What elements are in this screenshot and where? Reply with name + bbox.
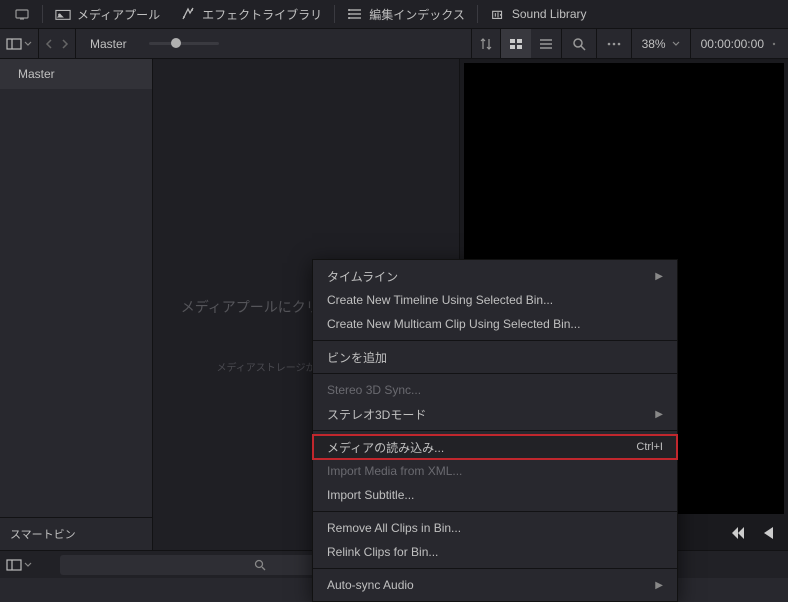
nav-forward-button[interactable] xyxy=(61,39,69,49)
menu-item-timeline[interactable]: タイムライン ▶ xyxy=(313,264,677,288)
thumbnail-size-slider[interactable] xyxy=(149,42,219,45)
divider xyxy=(477,5,478,23)
menu-item-remove-clips[interactable]: Remove All Clips in Bin... xyxy=(313,516,677,540)
slider-handle[interactable] xyxy=(171,38,181,48)
smart-bin-header[interactable]: スマートビン xyxy=(0,517,152,550)
panel-toggle-button[interactable] xyxy=(0,29,39,58)
menu-separator xyxy=(313,511,677,512)
sound-library-tab[interactable]: Sound Library xyxy=(480,0,597,28)
menu-label: ビンを追加 xyxy=(327,349,387,366)
menu-separator xyxy=(313,568,677,569)
menu-label: Auto-sync Audio xyxy=(327,578,414,592)
chevron-down-icon xyxy=(24,41,32,47)
timecode-options-icon[interactable] xyxy=(770,40,778,48)
play-reverse-button[interactable] xyxy=(762,526,774,540)
timecode-display[interactable]: 00:00:00:00 xyxy=(701,37,764,51)
divider xyxy=(42,5,43,23)
workspace-layout-button[interactable] xyxy=(4,0,40,28)
zoom-dropdown[interactable]: 38% xyxy=(632,29,691,58)
menu-item-stereo3d-mode[interactable]: ステレオ3Dモード ▶ xyxy=(313,402,677,426)
bin-tree-panel: Master スマートビン xyxy=(0,59,153,550)
media-pool-tab[interactable]: メディアプール xyxy=(45,0,170,28)
zoom-value: 38% xyxy=(642,37,666,51)
bottom-panel-toggle[interactable] xyxy=(6,559,32,571)
menu-label: Import Subtitle... xyxy=(327,488,414,502)
menu-label: Stereo 3D Sync... xyxy=(327,383,421,397)
list-view-button[interactable] xyxy=(531,29,561,58)
sound-library-icon xyxy=(490,6,506,22)
chevron-right-icon: ▶ xyxy=(655,409,663,420)
menu-label: メディアの読み込み... xyxy=(327,439,444,456)
effects-icon xyxy=(180,6,196,22)
menu-shortcut: Ctrl+I xyxy=(636,441,663,453)
menu-label: Remove All Clips in Bin... xyxy=(327,521,461,535)
search-icon xyxy=(254,559,266,571)
menu-item-add-bin[interactable]: ビンを追加 xyxy=(313,345,677,369)
effects-library-tab[interactable]: エフェクトライブラリ xyxy=(170,0,332,28)
chevron-down-icon xyxy=(672,41,680,47)
menu-label: Create New Multicam Clip Using Selected … xyxy=(327,317,580,331)
menu-item-stereo3d-sync[interactable]: Stereo 3D Sync... xyxy=(313,378,677,402)
bin-item-master[interactable]: Master xyxy=(0,59,152,89)
menu-item-import-xml[interactable]: Import Media from XML... xyxy=(313,459,677,483)
sort-button[interactable] xyxy=(471,29,501,58)
menu-item-create-timeline[interactable]: Create New Timeline Using Selected Bin..… xyxy=(313,288,677,312)
layout-icon xyxy=(14,6,30,22)
media-pool-label: メディアプール xyxy=(77,6,160,23)
menu-separator xyxy=(313,430,677,431)
edit-index-label: 編集インデックス xyxy=(369,6,465,23)
breadcrumb[interactable]: Master xyxy=(76,29,141,58)
menu-label: ステレオ3Dモード xyxy=(327,406,426,423)
menu-separator xyxy=(313,340,677,341)
edit-index-tab[interactable]: 編集インデックス xyxy=(337,0,475,28)
menu-item-import-media[interactable]: メディアの読み込み... Ctrl+I xyxy=(313,435,677,459)
chevron-right-icon: ▶ xyxy=(655,580,663,591)
top-toolbar: メディアプール エフェクトライブラリ 編集インデックス Sound Librar… xyxy=(0,0,788,29)
menu-separator xyxy=(313,373,677,374)
menu-item-import-subtitle[interactable]: Import Subtitle... xyxy=(313,483,677,507)
go-to-start-button[interactable] xyxy=(728,526,744,540)
media-pool-icon xyxy=(55,6,71,22)
menu-item-relink-clips[interactable]: Relink Clips for Bin... xyxy=(313,540,677,564)
thumbnail-view-button[interactable] xyxy=(501,29,531,58)
menu-label: Relink Clips for Bin... xyxy=(327,545,438,559)
edit-index-icon xyxy=(347,6,363,22)
chevron-down-icon xyxy=(24,562,32,568)
search-button[interactable] xyxy=(562,29,597,58)
context-menu: タイムライン ▶ Create New Timeline Using Selec… xyxy=(312,259,678,602)
sound-library-label: Sound Library xyxy=(512,7,587,21)
chevron-right-icon: ▶ xyxy=(655,271,663,282)
effects-library-label: エフェクトライブラリ xyxy=(202,6,322,23)
menu-item-create-multicam[interactable]: Create New Multicam Clip Using Selected … xyxy=(313,312,677,336)
menu-label: タイムライン xyxy=(327,268,398,285)
menu-item-autosync-audio[interactable]: Auto-sync Audio ▶ xyxy=(313,573,677,597)
second-toolbar: Master 38% 00:00:00:00 xyxy=(0,29,788,59)
nav-back-button[interactable] xyxy=(45,39,53,49)
menu-label: Import Media from XML... xyxy=(327,464,462,478)
menu-label: Create New Timeline Using Selected Bin..… xyxy=(327,293,553,307)
panel-icon xyxy=(6,36,22,52)
more-options-button[interactable] xyxy=(597,29,632,58)
divider xyxy=(334,5,335,23)
